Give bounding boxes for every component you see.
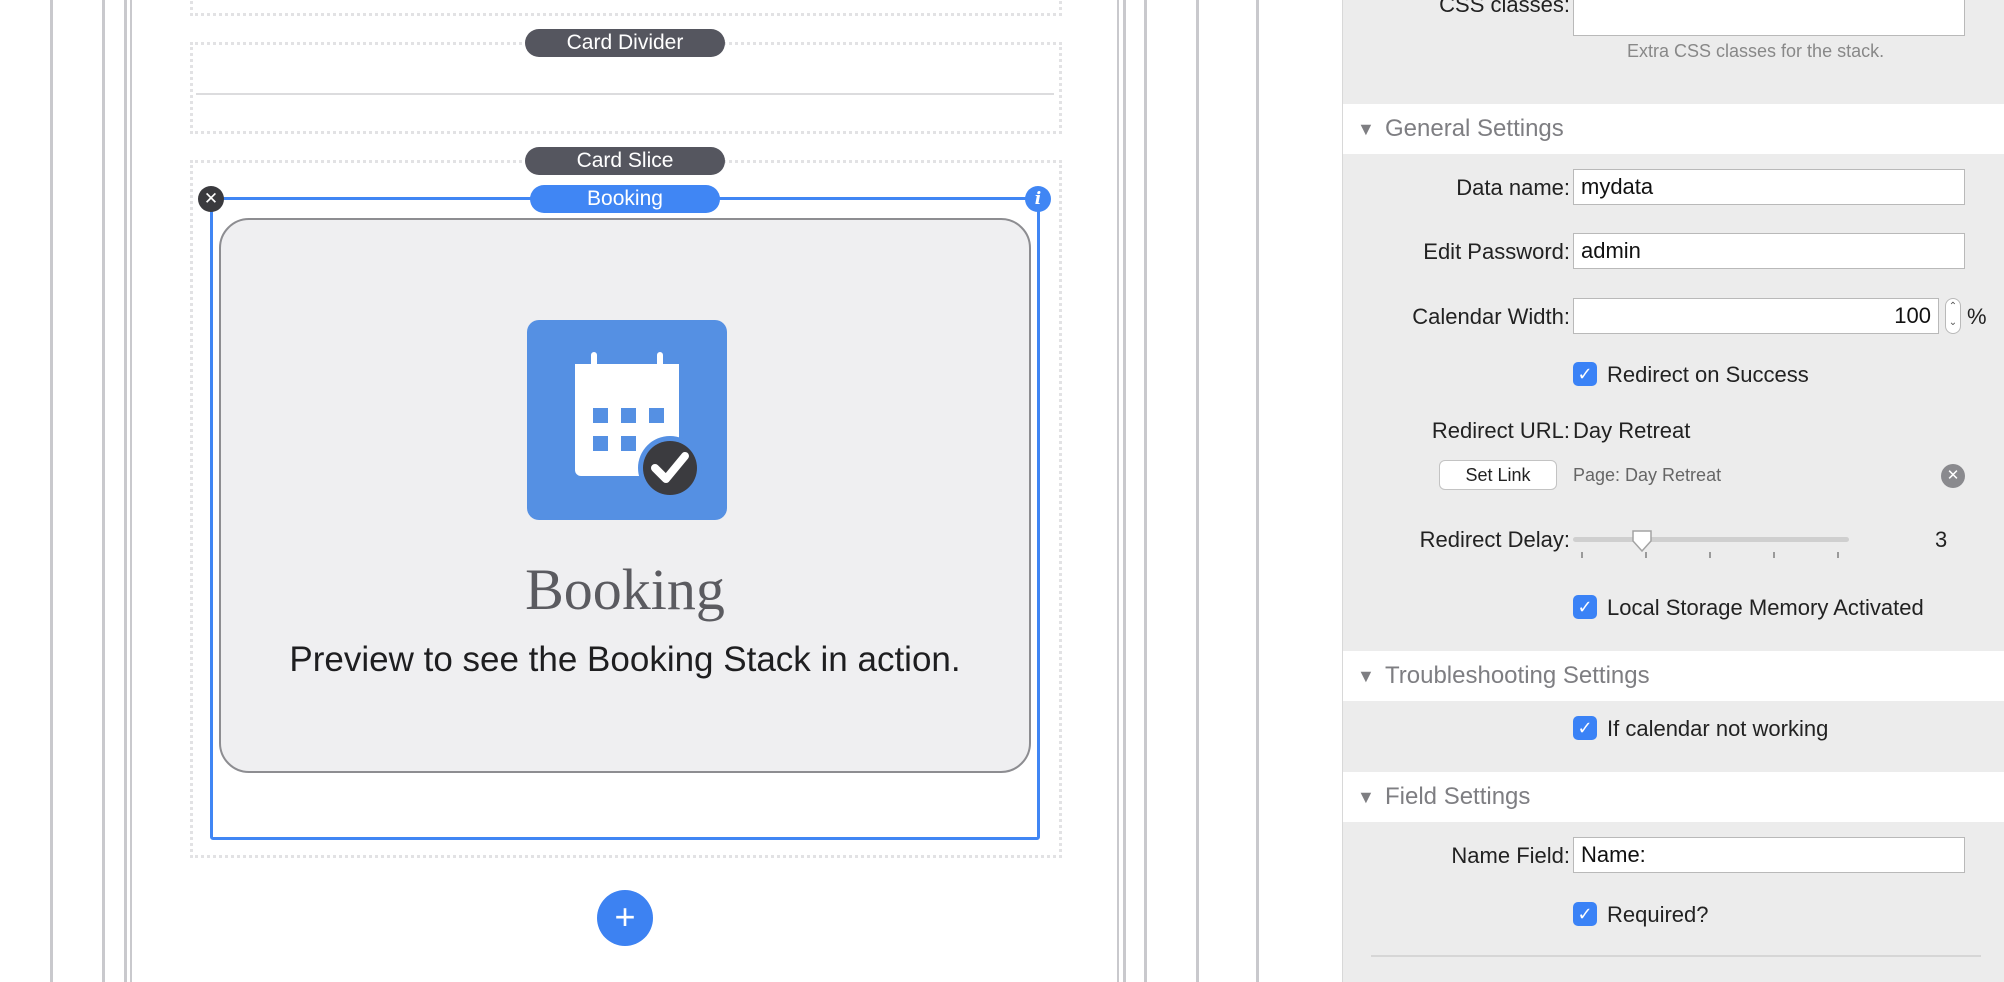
section-separator <box>1371 955 1981 957</box>
field-settings-header[interactable]: ▼ Field Settings <box>1343 772 2004 822</box>
edit-password-input[interactable] <box>1573 233 1965 269</box>
guide-line <box>50 0 53 982</box>
redirect-url-label: Redirect URL: <box>1431 418 1570 443</box>
name-field-input[interactable] <box>1573 837 1965 873</box>
guide-line <box>102 0 105 982</box>
calendar-width-label: Calendar Width: <box>1412 304 1570 329</box>
guide-line <box>1256 0 1259 982</box>
calendar-not-working-checkbox[interactable]: ✓ <box>1573 716 1597 740</box>
guide-line <box>1123 0 1126 982</box>
disclosure-triangle-icon: ▼ <box>1357 787 1375 807</box>
set-link-button[interactable]: Set Link <box>1439 460 1557 490</box>
redirect-delay-slider[interactable] <box>1573 537 1849 542</box>
app-window: Card Divider Card Slice Booking ✕ i Book… <box>0 0 2004 982</box>
redirect-delay-value: 3 <box>1935 527 1948 552</box>
troubleshooting-settings-header[interactable]: ▼ Troubleshooting Settings <box>1343 651 2004 701</box>
guide-line <box>124 0 127 982</box>
general-settings-header[interactable]: ▼ General Settings <box>1343 104 2004 154</box>
page-canvas: Card Divider Card Slice Booking ✕ i Book… <box>0 0 1342 982</box>
link-page-value: Page: Day Retreat <box>1573 465 1722 485</box>
slider-tick <box>1837 552 1839 558</box>
calendar-width-input[interactable] <box>1573 298 1939 334</box>
guide-line <box>1196 0 1199 982</box>
redirect-url-value: Day Retreat <box>1573 418 1691 443</box>
required-label: Required? <box>1607 902 1709 927</box>
redirect-on-success-checkbox[interactable]: ✓ <box>1573 362 1597 386</box>
css-classes-label: CSS classes: <box>1439 0 1570 17</box>
booking-stack-tag[interactable]: Booking <box>530 185 720 213</box>
calendar-width-unit: % <box>1967 304 1987 329</box>
section-title: General Settings <box>1385 115 1564 142</box>
slider-thumb[interactable] <box>1631 529 1653 553</box>
card-divider-tag[interactable]: Card Divider <box>525 29 725 57</box>
calendar-not-working-label: If calendar not working <box>1607 716 1829 741</box>
previous-stack-box <box>190 0 1062 16</box>
required-checkbox[interactable]: ✓ <box>1573 902 1597 926</box>
section-title: Field Settings <box>1385 783 1531 810</box>
divider-line <box>196 93 1054 95</box>
slider-tick <box>1709 552 1711 558</box>
slider-thumb-shape <box>1632 530 1652 553</box>
redirect-on-success-label: Redirect on Success <box>1607 362 1809 387</box>
disclosure-triangle-icon: ▼ <box>1357 119 1375 139</box>
data-name-label: Data name: <box>1456 175 1570 200</box>
preview-subtitle: Preview to see the Booking Stack in acti… <box>289 640 961 679</box>
calendar-check-icon <box>527 320 727 520</box>
slider-tick <box>1773 552 1775 558</box>
section-title: Troubleshooting Settings <box>1385 662 1650 689</box>
guide-line <box>130 0 132 982</box>
name-field-label: Name Field: <box>1451 843 1570 868</box>
preview-title: Booking <box>525 557 725 622</box>
css-classes-input[interactable] <box>1573 0 1965 36</box>
local-storage-checkbox[interactable]: ✓ <box>1573 595 1597 619</box>
close-icon[interactable]: ✕ <box>198 186 224 212</box>
add-stack-button[interactable]: + <box>597 890 653 946</box>
edit-password-label: Edit Password: <box>1423 239 1570 264</box>
inspector-panel: CSS classes: Extra CSS classes for the s… <box>1342 0 2004 982</box>
slider-tick <box>1581 552 1583 558</box>
calendar-width-stepper[interactable]: ⌃ ⌄ <box>1945 298 1961 334</box>
calendar-check-graphic <box>575 348 702 500</box>
clear-link-icon[interactable]: ✕ <box>1941 464 1965 488</box>
guide-line <box>1144 0 1147 982</box>
info-icon[interactable]: i <box>1025 186 1051 212</box>
booking-preview-card: Booking Preview to see the Booking Stack… <box>219 218 1031 773</box>
disclosure-triangle-icon: ▼ <box>1357 666 1375 686</box>
redirect-delay-label: Redirect Delay: <box>1419 527 1570 552</box>
card-slice-tag[interactable]: Card Slice <box>525 147 725 175</box>
css-classes-hint: Extra CSS classes for the stack. <box>1627 41 1885 61</box>
guide-line <box>1117 0 1119 982</box>
data-name-input[interactable] <box>1573 169 1965 205</box>
local-storage-label: Local Storage Memory Activated <box>1607 595 1924 620</box>
